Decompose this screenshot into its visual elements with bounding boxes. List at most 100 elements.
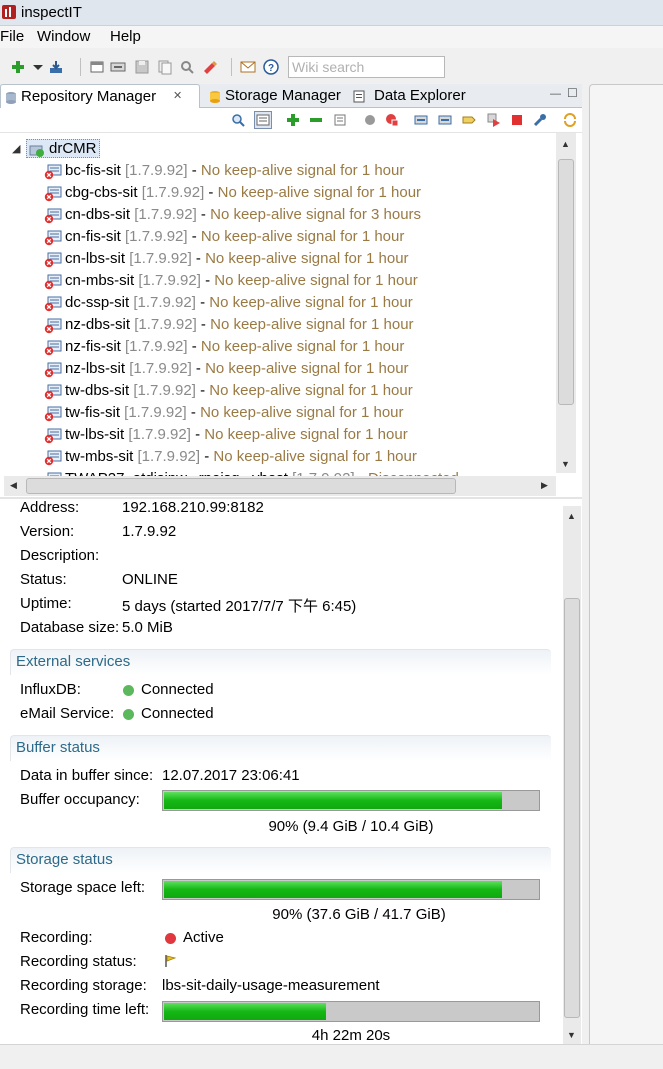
agent-name: dc-ssp-sit xyxy=(65,294,130,311)
menu-file[interactable]: File xyxy=(0,28,24,45)
agent-icon[interactable] xyxy=(414,113,428,127)
details-vertical-scrollbar[interactable]: ▲ ▼ xyxy=(563,506,581,1044)
agent-disconnected-icon xyxy=(44,318,62,334)
status-dot-icon xyxy=(123,685,134,696)
agent-row-text: cn-lbs-sit [1.7.9.92] - No keep-alive si… xyxy=(65,250,409,267)
agent-name: tw-fis-sit xyxy=(65,404,120,421)
tab-data-explorer[interactable]: Data Explorer xyxy=(350,84,470,108)
app-icon xyxy=(2,5,16,19)
tab-repository-manager[interactable]: Repository Manager ✕ xyxy=(0,84,200,108)
collapse-icon[interactable]: ◢ xyxy=(12,142,20,155)
label-icon[interactable] xyxy=(462,113,476,127)
agent-version: [1.7.9.92] xyxy=(125,228,188,245)
agent-name: tw-lbs-sit xyxy=(65,426,125,443)
storage-space-bar xyxy=(162,879,540,900)
agent-disconnected-icon xyxy=(44,450,62,466)
agent-row-text: cbg-cbs-sit [1.7.9.92] - No keep-alive s… xyxy=(65,184,422,201)
agent-version: [1.7.9.92] xyxy=(134,316,197,333)
recording-dot-icon xyxy=(165,933,176,944)
agent-name: cn-mbs-sit xyxy=(65,272,135,289)
show-details-icon[interactable] xyxy=(254,111,272,129)
menu-bar: File Window Help xyxy=(0,26,663,48)
dropdown-icon[interactable] xyxy=(30,59,46,75)
agent-version: [1.7.9.92] xyxy=(125,338,188,355)
storage-space-caption: 90% (37.6 GiB / 41.7 GiB) xyxy=(272,906,446,923)
agent-name: nz-dbs-sit xyxy=(65,316,131,333)
agent-disconnected-icon xyxy=(44,406,62,422)
agent-icon[interactable] xyxy=(110,59,126,75)
find-icon[interactable] xyxy=(179,59,195,75)
zoom-icon[interactable] xyxy=(231,113,245,127)
agent-row-text: nz-dbs-sit [1.7.9.92] - No keep-alive si… xyxy=(65,316,414,333)
buffer-since-label: Data in buffer since: xyxy=(20,767,154,784)
agent-name: tw-mbs-sit xyxy=(65,448,134,465)
agent-version: [1.7.9.92] xyxy=(128,426,191,443)
stop-icon[interactable] xyxy=(510,113,524,127)
delete-icon[interactable] xyxy=(202,59,218,75)
scroll-thumb[interactable] xyxy=(26,478,456,494)
scroll-thumb[interactable] xyxy=(564,598,580,1018)
stop-recording-icon[interactable] xyxy=(385,113,399,127)
agent-name: cn-dbs-sit xyxy=(65,206,131,223)
scroll-thumb[interactable] xyxy=(558,159,574,405)
sync-icon[interactable] xyxy=(563,113,577,127)
refresh-icon[interactable] xyxy=(333,113,347,127)
remove-icon[interactable] xyxy=(309,113,323,127)
menu-window[interactable]: Window xyxy=(37,28,90,45)
scroll-down-icon[interactable]: ▼ xyxy=(561,459,570,469)
storage-status-header[interactable]: Storage status xyxy=(10,847,551,873)
import-icon[interactable] xyxy=(48,59,64,75)
wrench-icon[interactable] xyxy=(533,113,547,127)
record-icon[interactable] xyxy=(363,113,377,127)
status-bar xyxy=(0,1044,663,1069)
scroll-right-icon[interactable]: ▶ xyxy=(541,480,548,491)
tab-storage-manager[interactable]: Storage Manager xyxy=(205,84,348,108)
help-icon[interactable]: ? xyxy=(263,59,279,75)
maximize-icon[interactable]: ☐ xyxy=(567,86,578,100)
agent-row-text: cn-fis-sit [1.7.9.92] - No keep-alive si… xyxy=(65,228,405,245)
start-icon[interactable] xyxy=(487,113,501,127)
scroll-left-icon[interactable]: ◀ xyxy=(10,480,17,491)
agent-status: No keep-alive signal for 1 hour xyxy=(214,272,418,289)
recording-storage-value: lbs-sit-daily-usage-measurement xyxy=(162,977,380,994)
repository-icon xyxy=(6,92,16,104)
agent-disconnected-icon xyxy=(44,274,62,290)
recording-value: Active xyxy=(183,929,224,946)
db-size-label: Database size: xyxy=(20,619,120,636)
storage-space-label: Storage space left: xyxy=(20,879,146,896)
title-bar: inspectIT xyxy=(0,0,663,26)
scroll-up-icon[interactable]: ▲ xyxy=(567,511,576,521)
agent-row-text: cn-dbs-sit [1.7.9.92] - No keep-alive si… xyxy=(65,206,422,223)
tree-vertical-scrollbar[interactable]: ▲ ▼ xyxy=(556,133,576,473)
tab-label: Repository Manager xyxy=(21,88,157,105)
agent-row-text: nz-lbs-sit [1.7.9.92] - No keep-alive si… xyxy=(65,360,409,377)
close-icon[interactable]: ✕ xyxy=(173,89,182,102)
save-icon[interactable] xyxy=(134,59,150,75)
repository-tree: ◢ drCMR bc-fis-sit [1.7.9.92] - No keep-… xyxy=(0,132,582,497)
new-window-icon[interactable] xyxy=(89,59,105,75)
tree-horizontal-scrollbar[interactable]: ◀ ▶ xyxy=(4,476,556,496)
add-icon[interactable] xyxy=(10,59,26,75)
minimize-icon[interactable]: — xyxy=(550,88,561,100)
agent-icon[interactable] xyxy=(438,113,452,127)
wiki-search-input[interactable] xyxy=(288,56,445,78)
scroll-up-icon[interactable]: ▲ xyxy=(561,139,570,149)
buffer-occupancy-label: Buffer occupancy: xyxy=(20,791,140,808)
mail-icon[interactable] xyxy=(240,59,256,75)
root-label-box[interactable]: drCMR xyxy=(26,139,100,158)
scroll-down-icon[interactable]: ▼ xyxy=(567,1030,576,1040)
buffer-status-header[interactable]: Buffer status xyxy=(10,735,551,761)
add-icon[interactable] xyxy=(286,113,300,127)
menu-help[interactable]: Help xyxy=(110,28,141,45)
external-services-header[interactable]: External services xyxy=(10,649,551,675)
recording-status-label: Recording status: xyxy=(20,953,137,970)
version-label: Version: xyxy=(20,523,75,540)
agent-row-text: bc-fis-sit [1.7.9.92] - No keep-alive si… xyxy=(65,162,405,179)
agent-row-text: tw-dbs-sit [1.7.9.92] - No keep-alive si… xyxy=(65,382,413,399)
section-title: External services xyxy=(16,653,131,670)
agent-disconnected-icon xyxy=(44,208,62,224)
recording-time-left-caption: 4h 22m 20s xyxy=(311,1027,391,1044)
agent-status: No keep-alive signal for 1 hour xyxy=(200,404,404,421)
progress-fill xyxy=(164,792,503,809)
copy-icon[interactable] xyxy=(157,59,173,75)
